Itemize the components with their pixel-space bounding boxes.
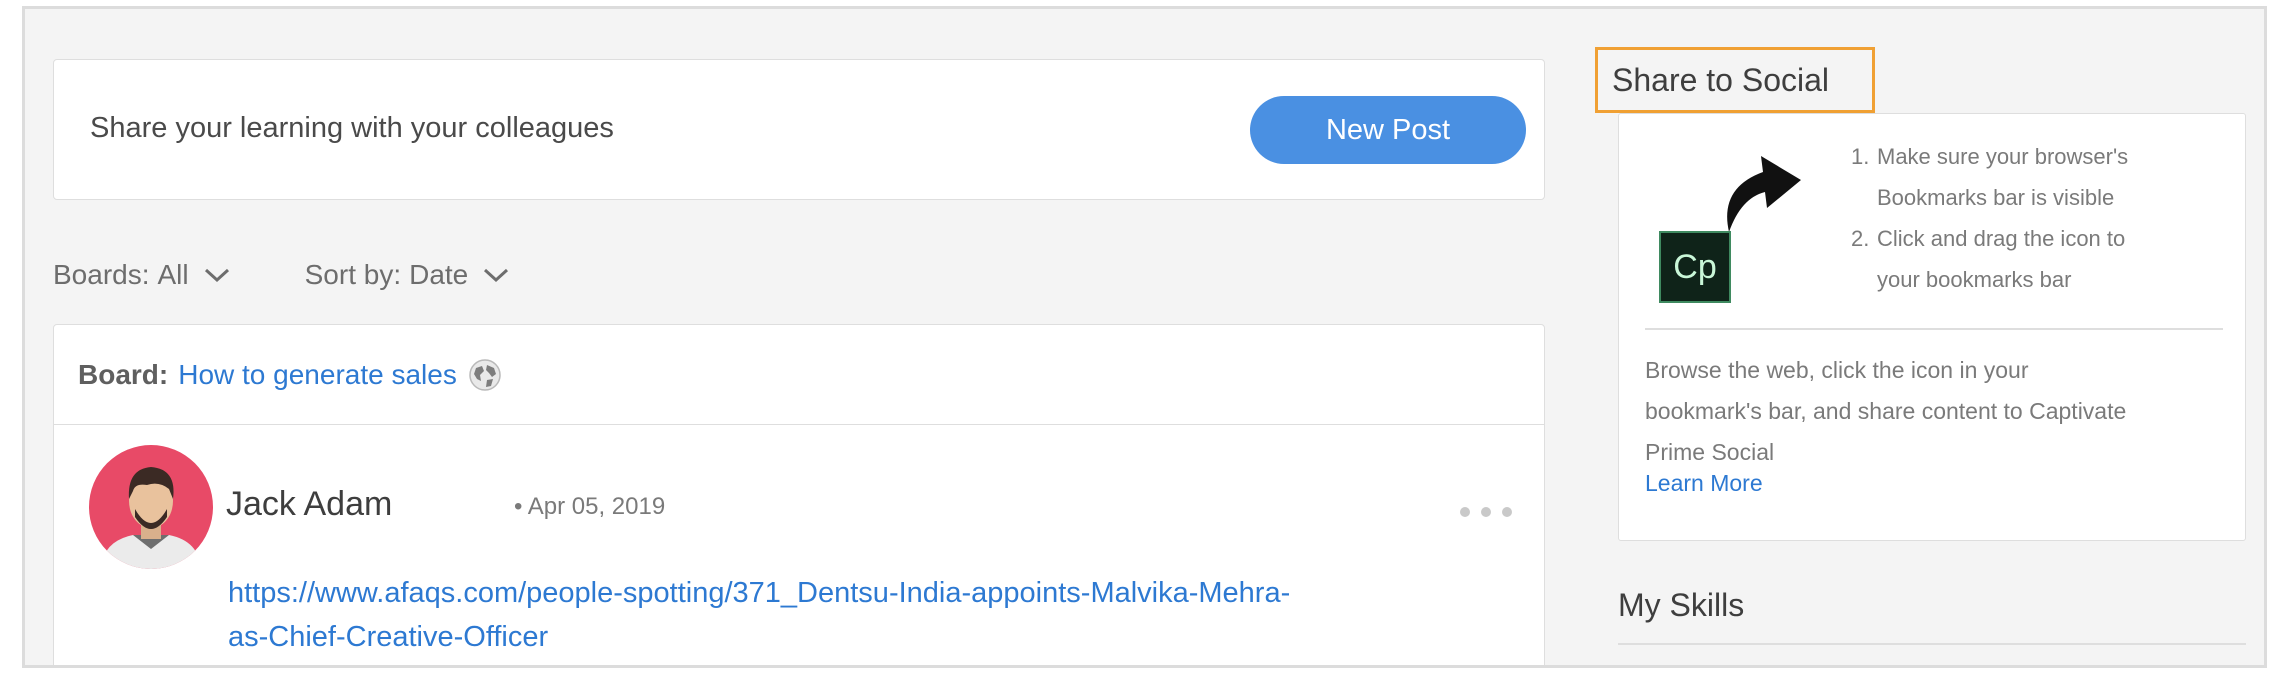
divider xyxy=(1618,643,2246,645)
step-line: Click and drag the icon to xyxy=(1877,226,2126,251)
post-link-line: https://www.afaqs.com/people-spotting/37… xyxy=(228,577,1291,609)
board-card: Board: How to generate sales Jack Adam •… xyxy=(53,324,1545,665)
share-to-social-header: Share to Social xyxy=(1595,47,1875,113)
chevron-down-icon xyxy=(484,268,509,283)
browse-line: Browse the web, click the icon in your xyxy=(1645,357,2029,383)
sort-filter-label: Sort by: xyxy=(304,259,402,290)
curved-arrow-icon xyxy=(1727,156,1801,232)
board-prefix: Board: xyxy=(78,358,169,390)
my-skills-title: My Skills xyxy=(1618,587,1745,623)
step-line: Make sure your browser's xyxy=(1877,144,2129,169)
divider xyxy=(1645,328,2223,330)
globe-icon xyxy=(469,358,501,391)
post-date: • Apr 05, 2019 xyxy=(514,493,666,520)
browse-line: Prime Social xyxy=(1645,439,1775,465)
boards-filter-value: All xyxy=(157,259,189,290)
browse-instructions: Browse the web, click the icon in your b… xyxy=(1645,350,2225,473)
step-line: Bookmarks bar is visible xyxy=(1877,185,2115,210)
step-line: your bookmarks bar xyxy=(1877,267,2072,292)
share-learning-card: Share your learning with your colleagues… xyxy=(53,59,1545,200)
boards-filter[interactable]: Boards: All xyxy=(53,259,231,291)
share-to-social-title: Share to Social xyxy=(1612,61,1830,98)
post-link-line: as-Chief-Creative-Officer xyxy=(228,621,549,653)
board-name-link[interactable]: How to generate sales xyxy=(178,359,457,391)
post-date-text: Apr 05, 2019 xyxy=(527,493,666,520)
step-number: 2. xyxy=(1851,226,1870,251)
avatar[interactable] xyxy=(89,445,213,569)
post-link[interactable]: https://www.afaqs.com/people-spotting/37… xyxy=(228,571,1378,659)
step-text: Make sure your browser's Bookmarks bar i… xyxy=(1877,136,2128,218)
share-to-social-card: Cp 1. Make sure your browser's Bookmarks… xyxy=(1618,113,2246,541)
post-author[interactable]: Jack Adam xyxy=(226,485,392,524)
step-item: 1. Make sure your browser's Bookmarks ba… xyxy=(1851,136,2223,218)
share-prompt: Share your learning with your colleagues xyxy=(90,112,614,144)
chevron-down-icon xyxy=(204,268,229,283)
board-header: Board: How to generate sales xyxy=(54,325,1544,425)
sort-filter[interactable]: Sort by: Date xyxy=(305,259,511,291)
step-number: 1. xyxy=(1851,144,1870,169)
more-options-icon[interactable] xyxy=(1458,505,1514,519)
captivate-cp-icon[interactable]: Cp xyxy=(1659,231,1731,303)
step-item: 2. Click and drag the icon to your bookm… xyxy=(1851,218,2223,300)
browse-line: bookmark's bar, and share content to Cap… xyxy=(1645,398,2127,424)
sort-filter-value: Date xyxy=(409,259,469,290)
step-text: Click and drag the icon to your bookmark… xyxy=(1877,218,2125,300)
filter-bar: Boards: All Sort by: Date xyxy=(53,255,510,295)
app-frame: Share your learning with your colleagues… xyxy=(22,6,2267,668)
boards-filter-label: Boards: xyxy=(53,259,150,290)
learn-more-link[interactable]: Learn More xyxy=(1645,470,1763,497)
bookmark-steps: 1. Make sure your browser's Bookmarks ba… xyxy=(1851,136,2223,300)
new-post-button[interactable]: New Post xyxy=(1250,96,1526,164)
